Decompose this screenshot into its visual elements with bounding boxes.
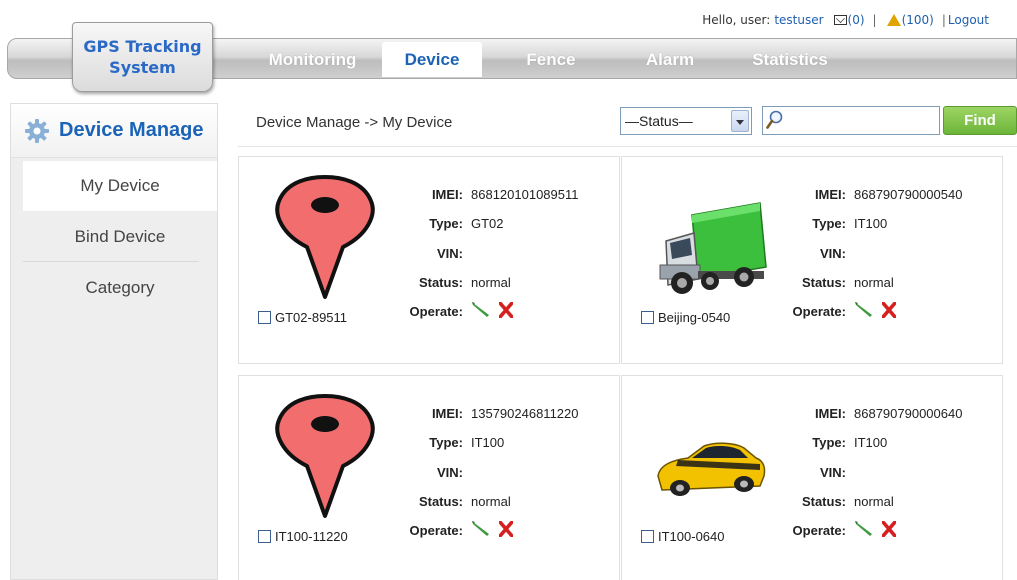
imei-label: IMEI:	[814, 406, 846, 421]
status-select[interactable]: —Status—	[620, 107, 752, 135]
imei-label: IMEI:	[431, 187, 463, 202]
status-label: Status:	[801, 274, 846, 290]
logout-link[interactable]: Logout	[948, 13, 989, 27]
vin-label: VIN:	[820, 464, 846, 480]
tab-monitoring[interactable]: Monitoring	[260, 42, 365, 77]
operate-label: Operate:	[792, 304, 846, 320]
imei-label: IMEI:	[814, 187, 846, 202]
type-label: Type:	[429, 216, 463, 232]
app-root: Hello, user: testuser (0) | (100) | Logo…	[0, 0, 1017, 580]
device-name: IT100-11220	[275, 529, 348, 544]
device-name: IT100-0640	[658, 529, 725, 544]
device-card: IT100-0640 IMEI: 868790790000640 Type: IT1…	[621, 375, 1003, 580]
imei-value: 868120101089511	[471, 187, 579, 202]
status-label: Status:	[418, 274, 463, 290]
edit-icon[interactable]	[854, 520, 874, 538]
alarm-count[interactable]: (100)	[902, 13, 934, 27]
separator: |	[872, 13, 877, 27]
device-info: IMEI: 868790790000640 Type: IT100 VIN: Sta…	[782, 406, 1002, 552]
chevron-down-icon[interactable]	[731, 110, 749, 132]
delete-icon[interactable]	[882, 302, 896, 319]
device-checkbox[interactable]: Beijing-0540	[641, 310, 730, 325]
breadcrumb: Device Manage -> My Device	[256, 114, 453, 131]
device-name: Beijing-0540	[658, 310, 731, 325]
device-info: IMEI: 868790790000540 Type: IT100 VIN: Sta…	[782, 187, 1002, 333]
map-pin-icon	[275, 394, 375, 518]
sidebar-item-bind-device[interactable]: Bind Device	[23, 212, 217, 262]
type-label: Type:	[812, 216, 846, 232]
vin-label: VIN:	[820, 245, 846, 261]
status-value: normal	[471, 493, 511, 509]
logo-line-2: System	[109, 58, 176, 77]
operate-label: Operate:	[409, 523, 463, 539]
search-icon	[766, 110, 783, 129]
vin-label: VIN:	[437, 464, 463, 480]
logo-line-1: GPS Tracking	[83, 37, 202, 56]
type-label: Type:	[812, 435, 846, 451]
device-checkbox[interactable]: GT02-89511	[258, 310, 347, 325]
operate-label: Operate:	[409, 304, 463, 320]
status-select-value: —Status—	[625, 113, 693, 129]
delete-icon[interactable]	[499, 521, 513, 538]
find-button[interactable]: Find	[943, 106, 1017, 135]
app-logo[interactable]: GPS Tracking System	[72, 22, 213, 92]
device-name: GT02-89511	[275, 310, 348, 325]
device-card: Beijing-0540 IMEI: 868790790000540 Type: I…	[621, 156, 1003, 364]
device-card: GT02-89511 IMEI: 868120101089511 Type: GT0…	[238, 156, 620, 364]
delete-icon[interactable]	[499, 302, 513, 319]
mail-count[interactable]: (0)	[848, 13, 865, 27]
device-checkbox[interactable]: IT100-11220	[258, 529, 348, 544]
search-input[interactable]	[762, 106, 940, 135]
operate-label: Operate:	[792, 523, 846, 539]
type-label: Type:	[429, 435, 463, 451]
username-link[interactable]: testuser	[774, 13, 823, 27]
truck-icon	[659, 202, 767, 294]
tab-device[interactable]: Device	[382, 42, 482, 77]
status-value: normal	[854, 493, 894, 509]
sidebar-title: Device Manage	[59, 119, 204, 141]
status-value: normal	[854, 274, 894, 290]
vin-label: VIN:	[437, 245, 463, 261]
user-bar: Hello, user: testuser (0) | (100) | Logo…	[702, 13, 989, 27]
sidebar-item-category[interactable]: Category	[23, 263, 217, 313]
mail-icon[interactable]	[833, 15, 847, 25]
delete-icon[interactable]	[882, 521, 896, 538]
imei-value: 868790790000640	[854, 406, 963, 421]
type-value: IT100	[854, 435, 888, 451]
car-icon	[657, 442, 766, 496]
type-value: IT100	[854, 216, 888, 232]
edit-icon[interactable]	[471, 520, 491, 538]
sidebar-item-my-device[interactable]: My Device	[23, 161, 217, 211]
device-card: IT100-11220 IMEI: 135790246811220 Type: IT…	[238, 375, 620, 580]
map-pin-icon	[275, 175, 375, 299]
status-value: normal	[471, 274, 511, 290]
divider	[238, 146, 1017, 147]
sidebar-header: Device Manage	[11, 104, 217, 158]
tab-alarm[interactable]: Alarm	[625, 42, 715, 77]
sidebar: Device Manage My Device Bind Device Cate…	[10, 103, 218, 580]
greeting-text: Hello, user:	[702, 13, 771, 27]
status-label: Status:	[801, 493, 846, 509]
edit-icon[interactable]	[854, 301, 874, 319]
edit-icon[interactable]	[471, 301, 491, 319]
status-label: Status:	[418, 493, 463, 509]
imei-label: IMEI:	[431, 406, 463, 421]
type-value: IT100	[471, 435, 505, 451]
type-value: GT02	[471, 216, 504, 232]
gear-icon	[25, 118, 49, 143]
tab-statistics[interactable]: Statistics	[735, 42, 845, 77]
imei-value: 868790790000540	[854, 187, 963, 202]
alarm-icon[interactable]	[886, 14, 901, 26]
separator: |	[941, 13, 946, 27]
device-info: IMEI: 135790246811220 Type: IT100 VIN: Sta…	[399, 406, 619, 552]
sidebar-divider	[23, 261, 199, 262]
tab-fence[interactable]: Fence	[505, 42, 597, 77]
device-info: IMEI: 868120101089511 Type: GT02 VIN: Stat…	[399, 187, 619, 333]
imei-value: 135790246811220	[471, 406, 579, 421]
device-checkbox[interactable]: IT100-0640	[641, 529, 725, 544]
